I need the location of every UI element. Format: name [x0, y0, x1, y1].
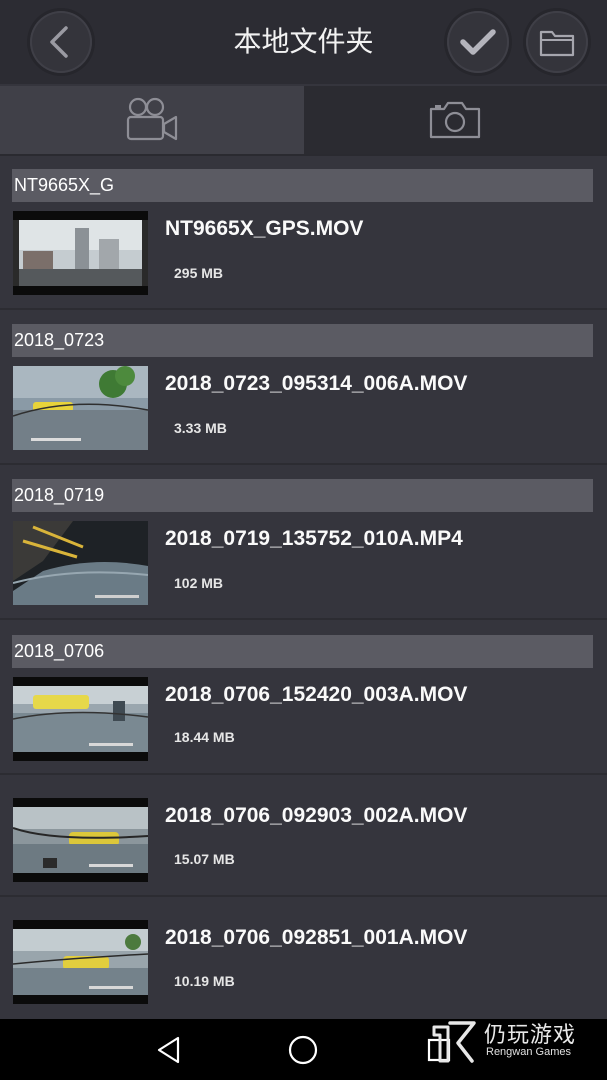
file-size: 10.19 MB — [174, 973, 235, 989]
tab-divider — [0, 154, 607, 156]
row-divider — [0, 463, 607, 465]
group-header: 2018_0706 — [12, 635, 593, 668]
media-tabs — [0, 86, 607, 154]
group-header: 2018_0719 — [12, 479, 593, 512]
file-size: 102 MB — [174, 575, 224, 591]
file-row[interactable]: 2018_0723_095314_006A.MOV 3.33 MB — [0, 358, 607, 463]
file-row[interactable]: 2018_0706_092851_001A.MOV 10.19 MB — [0, 912, 607, 1017]
triangle-back-icon — [157, 1036, 180, 1064]
row-divider — [0, 618, 607, 620]
file-size: 295 MB — [174, 265, 224, 281]
video-thumbnail — [13, 521, 148, 605]
file-row[interactable]: NT9665X_GPS.MOV 295 MB — [0, 203, 607, 308]
group-header: NT9665X_G — [12, 169, 593, 202]
file-name: 2018_0706_152420_003A.MOV — [165, 683, 468, 706]
folder-icon — [539, 30, 575, 57]
video-thumbnail — [13, 920, 148, 1004]
row-divider — [0, 308, 607, 310]
file-name: 2018_0706_092903_002A.MOV — [165, 804, 468, 827]
file-size: 3.33 MB — [174, 420, 227, 436]
watermark-logo: 仍玩游戏 Rengwan Games — [428, 1015, 607, 1065]
watermark-title: 仍玩游戏 — [484, 1023, 577, 1048]
nav-back-button[interactable] — [151, 1032, 187, 1068]
checkmark-icon — [460, 29, 496, 55]
photo-camera-icon — [430, 101, 481, 139]
video-thumbnail — [13, 677, 148, 761]
tab-videos[interactable] — [0, 86, 304, 154]
top-bar: 本地文件夹 — [0, 0, 607, 84]
file-name: 2018_0719_135752_010A.MP4 — [165, 527, 463, 550]
confirm-button[interactable] — [447, 11, 509, 73]
video-thumbnail — [13, 211, 148, 295]
file-name: 2018_0723_095314_006A.MOV — [165, 372, 468, 395]
tab-photos[interactable] — [303, 86, 607, 154]
video-thumbnail — [13, 366, 148, 450]
video-thumbnail — [13, 798, 148, 882]
file-size: 15.07 MB — [174, 851, 235, 867]
rengwan-logo-icon — [432, 1021, 476, 1063]
folder-button[interactable] — [526, 11, 588, 73]
row-divider — [0, 895, 607, 897]
file-size: 18.44 MB — [174, 729, 235, 745]
row-divider — [0, 773, 607, 775]
watermark-subtitle: Rengwan Games — [486, 1046, 571, 1058]
page-title: 本地文件夹 — [233, 25, 374, 58]
file-row[interactable]: 2018_0706_092903_002A.MOV 15.07 MB — [0, 790, 607, 895]
file-name: 2018_0706_092851_001A.MOV — [165, 926, 468, 949]
group-header: 2018_0723 — [12, 324, 593, 357]
back-button[interactable] — [30, 11, 92, 73]
file-name: NT9665X_GPS.MOV — [165, 217, 364, 240]
file-row[interactable]: 2018_0706_152420_003A.MOV 18.44 MB — [0, 669, 607, 773]
video-camera-icon — [126, 97, 177, 141]
nav-home-button[interactable] — [285, 1032, 321, 1068]
file-row[interactable]: 2018_0719_135752_010A.MP4 102 MB — [0, 513, 607, 618]
circle-home-icon — [288, 1035, 318, 1065]
chevron-left-icon — [50, 26, 68, 58]
